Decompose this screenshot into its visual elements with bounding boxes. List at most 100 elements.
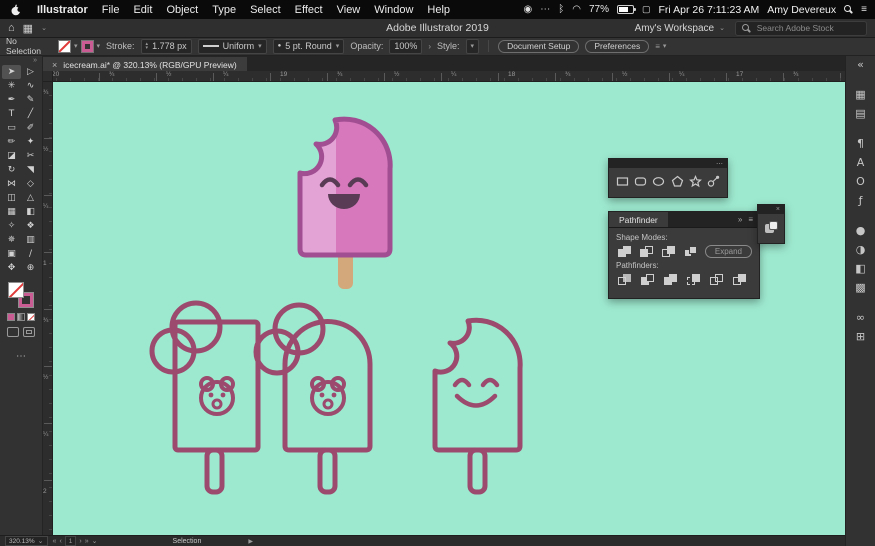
outline-stick[interactable]	[207, 450, 222, 492]
libraries-panel-icon[interactable]: ∞	[856, 311, 865, 325]
notification-center-icon[interactable]: ≡	[861, 4, 867, 15]
chevron-down-icon[interactable]: ▾	[74, 42, 78, 50]
panel-header[interactable]: ×	[758, 205, 784, 214]
pen-tool[interactable]: ✒	[2, 93, 21, 107]
free-transform-tool[interactable]: ◇	[21, 177, 40, 191]
collapse-panel-icon[interactable]: »	[738, 215, 742, 224]
wifi-icon[interactable]: ◠	[572, 4, 581, 15]
edit-menu[interactable]: Edit	[126, 4, 159, 16]
apple-menu-icon[interactable]	[0, 4, 30, 16]
transparency-panel-icon[interactable]: ▩	[855, 281, 865, 295]
bitten-popsicle-artwork[interactable]	[300, 119, 390, 289]
pathfinder-step-united-popsicle[interactable]	[256, 305, 370, 492]
selection-tool[interactable]: ➤	[2, 65, 21, 79]
fill-indicator-swatch[interactable]	[8, 282, 24, 298]
color-button[interactable]	[7, 313, 15, 321]
opacity-value[interactable]: 100%	[389, 39, 422, 54]
symbol-sprayer-tool[interactable]: ✵	[2, 233, 21, 247]
paintbrush-tool[interactable]: ✐	[21, 121, 40, 135]
outline-stick[interactable]	[470, 450, 485, 492]
opentype-panel-icon[interactable]: O	[856, 175, 865, 189]
character-panel-icon[interactable]: A	[857, 156, 865, 170]
chevron-down-icon[interactable]: ⌄	[41, 24, 47, 32]
fast-user-switching-menu[interactable]: Amy Devereux	[767, 4, 836, 16]
display-menulet-icon[interactable]: ▢	[642, 4, 651, 15]
pencil-tool[interactable]: ✏	[2, 135, 21, 149]
rectangle-icon[interactable]	[616, 175, 629, 188]
outline-button[interactable]	[708, 272, 726, 287]
merge-button[interactable]	[662, 272, 680, 287]
minus-front-button[interactable]	[638, 244, 655, 259]
flare-icon[interactable]	[707, 175, 720, 188]
preferences-button[interactable]: Preferences	[585, 40, 649, 53]
perspective-grid-tool[interactable]: △	[21, 191, 40, 205]
next-artboard-icon[interactable]: ›	[79, 538, 81, 545]
none-button[interactable]	[27, 313, 35, 321]
outline-stick[interactable]	[320, 450, 335, 492]
stroke-swatch[interactable]	[81, 40, 94, 53]
pathfinder-panel-header[interactable]: Pathfinder » ≡	[609, 212, 759, 228]
eyedropper-tool[interactable]: ✧	[2, 219, 21, 233]
type-tool[interactable]: T	[2, 107, 21, 121]
adobe-stock-search[interactable]	[735, 21, 867, 36]
close-panel-icon[interactable]: ×	[776, 206, 780, 213]
width-tool[interactable]: ⋈	[2, 177, 21, 191]
glyphs-panel-icon[interactable]: ƒ	[859, 194, 863, 208]
style-dropdown[interactable]: ▾	[466, 39, 480, 54]
select-menu[interactable]: Select	[243, 4, 288, 16]
rounded-rectangle-icon[interactable]	[634, 175, 647, 188]
zoom-tool[interactable]: ⊕	[21, 261, 40, 275]
width-profile-dropdown[interactable]: Uniform ▾	[198, 39, 267, 54]
divide-button[interactable]	[616, 272, 634, 287]
vertical-ruler[interactable]: ¾½¼1¾½¼2	[42, 81, 53, 536]
rotate-tool[interactable]: ↻	[2, 163, 21, 177]
menu-bar-clock[interactable]: Fri Apr 26 7:11:23 AM	[659, 4, 760, 16]
paragraph-panel-icon[interactable]: ¶	[857, 137, 864, 151]
blend-tool[interactable]: ❖	[21, 219, 40, 233]
rectangle-tool[interactable]: ▭	[2, 121, 21, 135]
artboard-tool[interactable]: ▣	[2, 247, 21, 261]
chevron-down-icon[interactable]: ▾	[97, 42, 101, 50]
scale-tool[interactable]: ◥	[21, 163, 40, 177]
symbols-panel-icon[interactable]: ⊞	[856, 330, 865, 344]
mesh-tool[interactable]: ▦	[2, 205, 21, 219]
magic-wand-tool[interactable]: ✳	[2, 79, 21, 93]
workspace-switcher[interactable]: Amy's Workspace ⌄	[635, 23, 725, 34]
toolbar-collapse-icon[interactable]: »	[0, 55, 42, 65]
pathfinder-tab[interactable]: Pathfinder	[609, 212, 668, 227]
direct-selection-tool[interactable]: ▷	[21, 65, 40, 79]
chevron-down-icon[interactable]: ▾	[663, 42, 667, 50]
status-bar-expand-icon[interactable]: ▶	[248, 538, 253, 545]
chevron-down-icon[interactable]: ⌄	[92, 537, 98, 545]
chevron-right-icon[interactable]: ›	[428, 42, 431, 51]
draw-normal-button[interactable]	[7, 327, 19, 337]
adobe-stock-search-input[interactable]	[755, 22, 860, 34]
ruler-origin-corner[interactable]	[42, 71, 53, 82]
window-menu[interactable]: Window	[367, 4, 420, 16]
panel-header[interactable]: ⋯	[609, 159, 727, 168]
intersect-button[interactable]	[660, 244, 677, 259]
fill-swatch[interactable]	[58, 40, 71, 53]
pathfinder-panel[interactable]: Pathfinder » ≡ Shape Modes: Expand Pathf…	[608, 211, 760, 299]
spotlight-icon[interactable]	[844, 5, 853, 14]
previous-artboard-icon[interactable]: ‹	[59, 538, 61, 545]
shaper-tool[interactable]: ✦	[21, 135, 40, 149]
exclude-button[interactable]	[683, 244, 700, 259]
scissors-tool[interactable]: ✂	[21, 149, 40, 163]
gradient-panel-icon[interactable]: ◧	[855, 262, 865, 276]
collapse-dock-icon[interactable]: «	[857, 58, 864, 72]
illustrator-menu[interactable]: Illustrator	[30, 4, 95, 16]
document-setup-button[interactable]: Document Setup	[498, 40, 579, 53]
panel-menu-icon[interactable]: ⋯	[716, 160, 723, 168]
last-artboard-icon[interactable]: »	[85, 538, 89, 545]
color-panel-icon[interactable]: ●	[856, 224, 866, 238]
hand-tool[interactable]: ✥	[2, 261, 21, 275]
expand-button[interactable]: Expand	[705, 245, 752, 258]
line-segment-tool[interactable]: ╱	[21, 107, 40, 121]
align-options-icon[interactable]: ≡	[655, 42, 660, 51]
view-menu[interactable]: View	[330, 4, 368, 16]
asset-export-panel-icon[interactable]: ▤	[855, 107, 865, 121]
object-menu[interactable]: Object	[159, 4, 205, 16]
effect-menu[interactable]: Effect	[288, 4, 330, 16]
horizontal-ruler[interactable]: 20¾½¼19¾½¼18¾½¼17¾	[42, 71, 845, 82]
